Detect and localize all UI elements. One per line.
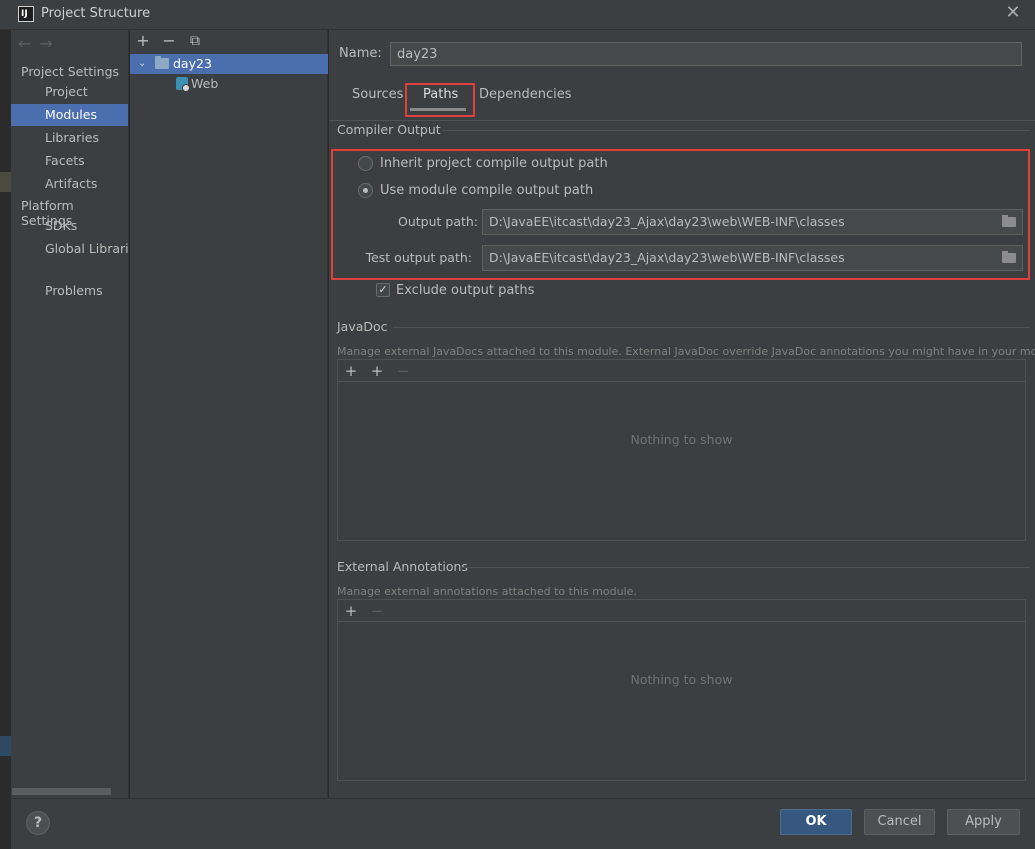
settings-sidebar: ←→ Project Settings Project Modules Libr… xyxy=(11,30,129,798)
output-path-field[interactable]: D:\JavaEE\itcast\day23_Ajax\day23\web\WE… xyxy=(482,209,1023,235)
intellij-app-icon: IJ xyxy=(18,6,34,22)
remove-icon[interactable]: − xyxy=(394,361,412,381)
cancel-button[interactable]: Cancel xyxy=(864,809,935,835)
dialog-footer: ? OK Cancel Apply xyxy=(11,798,1035,849)
background-marker xyxy=(0,172,11,192)
output-path-label: Output path: xyxy=(398,214,479,229)
forward-arrow-icon[interactable]: → xyxy=(39,34,60,53)
title-bar: IJ Project Structure ✕ xyxy=(0,0,1035,30)
window-title: Project Structure xyxy=(41,6,151,21)
use-module-output-radio[interactable] xyxy=(358,183,373,198)
external-annotations-title: External Annotations xyxy=(337,559,468,574)
apply-button[interactable]: Apply xyxy=(947,809,1020,835)
facet-name: Web xyxy=(191,76,219,91)
exclude-output-paths-checkbox[interactable]: ✓ xyxy=(376,283,390,297)
section-divider xyxy=(393,327,1030,328)
module-name-input[interactable] xyxy=(390,42,1022,66)
highlight-frame-paths-tab xyxy=(405,83,475,117)
javadoc-empty-text: Nothing to show xyxy=(630,432,733,447)
copy-icon[interactable]: ⧉ xyxy=(186,31,204,51)
javadoc-list-panel: + + − Nothing to show xyxy=(337,359,1026,541)
browse-folder-icon[interactable] xyxy=(1002,251,1016,263)
module-tree-panel: + − ⧉ ⌄ day23 Web xyxy=(130,30,328,798)
chevron-down-icon[interactable]: ⌄ xyxy=(138,54,146,74)
sidebar-horizontal-scrollbar[interactable] xyxy=(12,788,111,795)
sidebar-item-artifacts[interactable]: Artifacts xyxy=(11,173,128,195)
sidebar-item-global-libraries[interactable]: Global Libraries xyxy=(11,238,128,260)
test-output-path-label: Test output path: xyxy=(365,250,472,265)
sidebar-item-problems[interactable]: Problems xyxy=(11,280,128,302)
javadoc-description: Manage external JavaDocs attached to thi… xyxy=(337,345,1035,358)
tab-sources[interactable]: Sources xyxy=(352,86,403,110)
inherit-output-label: Inherit project compile output path xyxy=(380,156,608,171)
compiler-output-title: Compiler Output xyxy=(337,122,441,137)
background-window-edge xyxy=(0,30,11,849)
sidebar-item-facets[interactable]: Facets xyxy=(11,150,128,172)
web-facet-icon xyxy=(176,77,190,92)
use-module-output-label: Use module compile output path xyxy=(380,183,594,198)
remove-icon[interactable]: − xyxy=(368,601,386,621)
section-divider xyxy=(463,567,1030,568)
ok-button[interactable]: OK xyxy=(780,809,852,835)
remove-icon[interactable]: − xyxy=(160,31,178,51)
test-output-path-field[interactable]: D:\JavaEE\itcast\day23_Ajax\day23\web\WE… xyxy=(482,245,1023,271)
add-icon[interactable]: + xyxy=(342,361,360,381)
add-icon[interactable]: + xyxy=(342,601,360,621)
tab-dependencies[interactable]: Dependencies xyxy=(479,86,572,110)
external-annotations-empty-text: Nothing to show xyxy=(630,672,733,687)
help-button[interactable]: ? xyxy=(26,811,50,835)
javadoc-toolbar: + + − xyxy=(338,360,1025,382)
test-output-path-value: D:\JavaEE\itcast\day23_Ajax\day23\web\WE… xyxy=(489,250,845,265)
back-arrow-icon[interactable]: ← xyxy=(18,34,39,53)
close-icon[interactable]: ✕ xyxy=(1003,3,1023,23)
inherit-output-radio[interactable] xyxy=(358,156,373,171)
add-icon[interactable]: + xyxy=(134,31,152,51)
exclude-output-paths-label: Exclude output paths xyxy=(396,283,535,298)
add-url-icon[interactable]: + xyxy=(368,361,386,381)
module-name: day23 xyxy=(173,56,212,71)
sidebar-item-project[interactable]: Project xyxy=(11,81,128,103)
tabs-divider xyxy=(329,120,1035,121)
external-annotations-toolbar: + − xyxy=(338,600,1025,622)
browse-folder-icon[interactable] xyxy=(1002,215,1016,227)
nav-arrows: ←→ xyxy=(18,34,61,53)
javadoc-title: JavaDoc xyxy=(337,319,388,334)
name-label: Name: xyxy=(339,46,382,61)
tree-toolbar: + − ⧉ xyxy=(130,30,328,52)
module-folder-icon xyxy=(155,56,169,69)
sidebar-item-libraries[interactable]: Libraries xyxy=(11,127,128,149)
sidebar-item-sdks[interactable]: SDKs xyxy=(11,215,128,237)
module-settings-panel: Name: Sources Paths Dependencies Compile… xyxy=(329,30,1035,798)
section-divider xyxy=(443,130,1030,131)
sidebar-item-modules[interactable]: Modules xyxy=(11,104,128,126)
tree-node-module[interactable]: ⌄ day23 xyxy=(130,54,328,74)
output-path-value: D:\JavaEE\itcast\day23_Ajax\day23\web\WE… xyxy=(489,214,845,229)
tree-node-web-facet[interactable]: Web xyxy=(130,74,328,94)
project-settings-header: Project Settings xyxy=(21,64,120,79)
background-marker xyxy=(0,736,11,756)
external-annotations-description: Manage external annotations attached to … xyxy=(337,585,637,598)
external-annotations-list-panel: + − Nothing to show xyxy=(337,599,1026,781)
